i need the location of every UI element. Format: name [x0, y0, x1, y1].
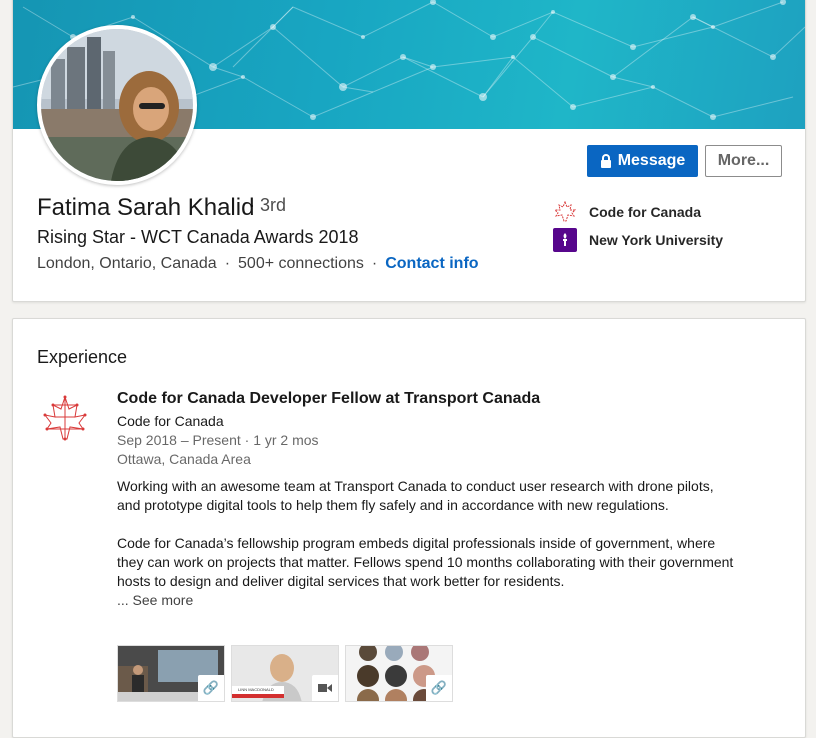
more-button[interactable]: More... [705, 145, 782, 177]
org-item-code-for-canada[interactable]: Code for Canada [553, 200, 701, 224]
maple-leaf-icon [553, 200, 577, 224]
section-title: Experience [37, 347, 128, 367]
org-name: New York University [589, 232, 724, 248]
contact-info-link[interactable]: Contact info [385, 255, 478, 273]
nyu-torch-icon [553, 228, 577, 252]
see-more-link[interactable]: ... See more [117, 591, 737, 610]
experience-entry: Code for Canada Developer Fellow at Tran… [117, 389, 737, 610]
message-button[interactable]: Message [587, 145, 698, 177]
separator-dot: · [224, 255, 231, 272]
separator-dot: · [371, 255, 378, 272]
profile-location: London, Ontario, Canada [37, 255, 217, 272]
media-thumbnail-video[interactable]: LINN MACDONALD [231, 645, 339, 702]
job-company: Code for Canada [117, 413, 224, 429]
maple-leaf-icon [43, 395, 87, 441]
profile-meta-line: London, Ontario, Canada · 500+ connectio… [37, 255, 479, 273]
profile-avatar[interactable] [37, 25, 197, 185]
company-logo[interactable] [37, 391, 93, 447]
connection-degree: · 3rd [249, 195, 287, 215]
link-icon: 🔗 [198, 675, 224, 701]
video-caption: LINN MACDONALD [238, 687, 274, 692]
message-button-label: Message [617, 152, 686, 169]
org-item-new-york-university[interactable]: New York University [553, 228, 723, 252]
connections-count[interactable]: 500+ connections [238, 255, 364, 273]
media-thumbnail-link[interactable]: 🔗 [117, 645, 225, 702]
job-location: Ottawa, Canada Area [117, 451, 251, 467]
video-icon [312, 675, 338, 701]
avatar-photo [41, 29, 193, 181]
job-title[interactable]: Code for Canada Developer Fellow at Tran… [117, 389, 737, 409]
job-description-paragraph: Working with an awesome team at Transpor… [117, 478, 714, 513]
job-dates: Sep 2018 – Present · 1 yr 2 mos [117, 432, 319, 448]
profile-headline: Rising Star - WCT Canada Awards 2018 [37, 227, 359, 247]
media-thumbnail-link[interactable]: 🔗 [345, 645, 453, 702]
link-icon: 🔗 [426, 675, 452, 701]
job-description: Working with an awesome team at Transpor… [117, 477, 737, 591]
experience-section: Experience Code for Canada Developer Fel… [12, 318, 806, 738]
profile-name: Fatima Sarah Khalid [37, 194, 255, 221]
org-name: Code for Canada [589, 204, 702, 220]
profile-top-card: Message More... Fatima Sarah Khalid · 3r… [12, 0, 806, 302]
job-description-paragraph: Code for Canada’s fellowship program emb… [117, 535, 734, 589]
lock-icon [600, 154, 611, 168]
